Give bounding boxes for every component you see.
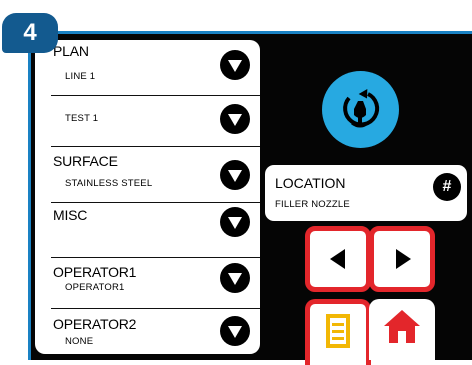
location-card[interactable]: LOCATION FILLER NOZZLE # [265,165,467,221]
misc-select[interactable]: MISC [51,203,260,258]
list-button[interactable] [305,299,371,365]
reset-swab-button[interactable] [322,71,399,148]
list-icon [326,314,350,348]
plan-select[interactable]: PLAN LINE 1 [51,40,260,96]
surface-value: STAINLESS STEEL [65,178,153,189]
misc-label: MISC [53,207,88,223]
plan-label: PLAN [53,43,89,59]
home-button[interactable] [369,299,435,360]
operator1-dropdown-icon[interactable] [220,263,250,293]
plan-value: LINE 1 [65,71,96,82]
operator1-label: OPERATOR1 [53,264,137,280]
operator1-value: OPERATOR1 [65,282,125,293]
operator2-dropdown-icon[interactable] [220,316,250,346]
surface-dropdown-icon[interactable] [220,160,250,190]
surface-label: SURFACE [53,153,118,169]
location-value: FILLER NOZZLE [275,199,350,210]
location-number-button[interactable]: # [433,173,461,201]
reset-swab-icon [343,89,380,128]
surface-select[interactable]: SURFACE STAINLESS STEEL [51,147,260,203]
location-label: LOCATION [275,175,346,191]
next-button[interactable] [369,226,435,292]
test-select[interactable]: TEST 1 [51,96,260,147]
settings-panel: PLAN LINE 1 TEST 1 SURFACE STAINLESS STE… [35,40,260,354]
test-dropdown-icon[interactable] [220,104,250,134]
step-badge: 4 [2,13,58,53]
operator2-value: NONE [65,336,94,347]
plan-dropdown-icon[interactable] [220,50,250,80]
operator2-select[interactable]: OPERATOR2 NONE [51,309,260,354]
misc-dropdown-icon[interactable] [220,207,250,237]
operator1-select[interactable]: OPERATOR1 OPERATOR1 [51,258,260,309]
previous-button[interactable] [305,226,371,292]
operator2-label: OPERATOR2 [53,316,137,332]
home-icon [384,310,420,343]
test-value: TEST 1 [65,113,99,124]
